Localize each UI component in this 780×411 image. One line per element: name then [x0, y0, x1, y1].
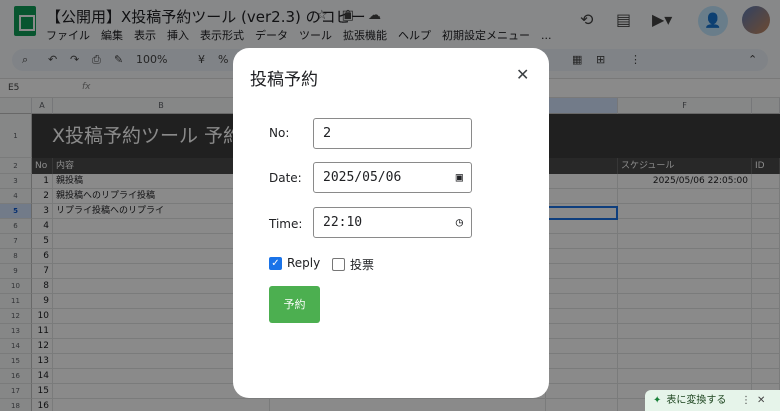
reply-label: Reply [287, 256, 321, 270]
dialog-title: 投稿予約 [250, 70, 318, 90]
time-input[interactable]: 22:10 ◷ [313, 207, 472, 238]
chip-close-icon[interactable]: ✕ [757, 390, 765, 411]
time-label: Time: [269, 217, 303, 231]
schedule-button[interactable]: 予約 [269, 286, 320, 323]
date-label: Date: [269, 171, 302, 185]
time-value: 22:10 [323, 215, 363, 230]
poll-checkbox[interactable] [332, 258, 345, 271]
reply-checkbox-row[interactable]: ✓ Reply [269, 256, 320, 270]
calendar-icon[interactable]: ▣ [456, 163, 463, 192]
convert-to-table-label[interactable]: 表に変換する [666, 395, 726, 406]
chip-more-icon[interactable]: ⋮ [741, 390, 751, 411]
clock-icon[interactable]: ◷ [456, 208, 463, 237]
schedule-post-dialog: 投稿予約 ✕ No: 2 Date: 2025/05/06 ▣ Time: 22:… [233, 48, 549, 398]
no-label: No: [269, 126, 290, 140]
sparkle-icon: ✦ [653, 395, 662, 406]
poll-label: 投票 [350, 258, 375, 272]
reply-checkbox[interactable]: ✓ [269, 256, 282, 270]
close-icon[interactable]: ✕ [516, 65, 529, 84]
date-value: 2025/05/06 [323, 170, 402, 185]
convert-to-table-chip[interactable]: ✦ 表に変換する ⋮ ✕ [645, 390, 780, 411]
no-value: 2 [323, 126, 332, 141]
date-input[interactable]: 2025/05/06 ▣ [313, 162, 472, 193]
poll-checkbox-row[interactable]: 投票 [332, 256, 374, 273]
no-input[interactable]: 2 [313, 118, 472, 149]
